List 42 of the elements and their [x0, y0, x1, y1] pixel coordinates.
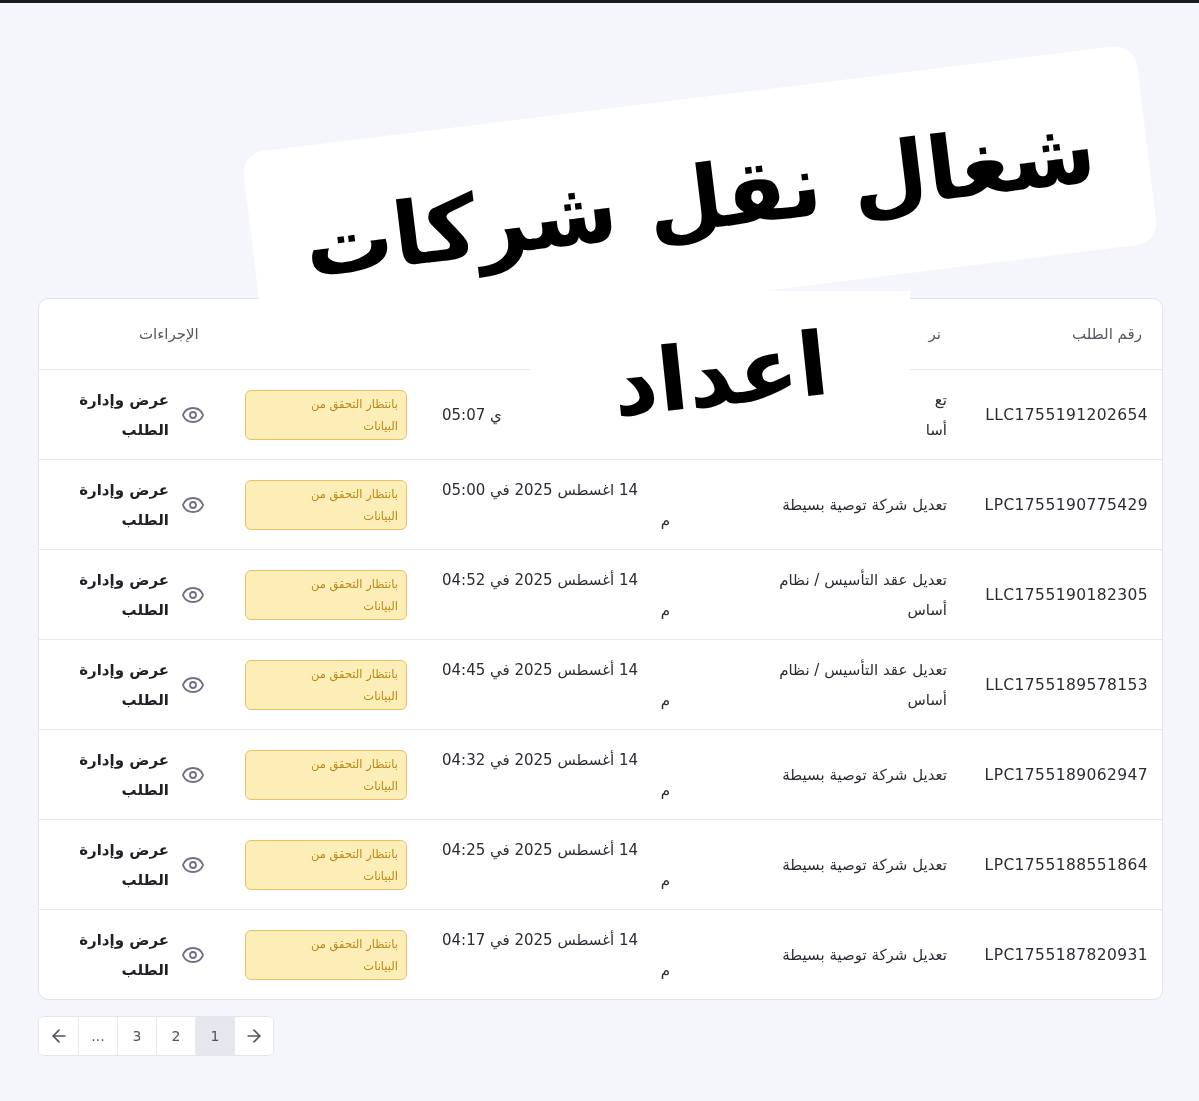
request-number: LPC1755190775429 [984, 495, 1149, 514]
request-type: تعديل شركة توصية بسيطة [782, 764, 947, 786]
manage-request-link[interactable]: عرض وإدارة الطلب [57, 564, 169, 625]
manage-request-link[interactable]: عرض وإدارة الطلب [57, 474, 169, 535]
column-header: نر [928, 325, 942, 343]
previous-page-button[interactable] [234, 1017, 273, 1055]
manage-request-link[interactable]: عرض وإدارة الطلب [57, 924, 169, 985]
request-number: LLC1755189578153 [985, 675, 1149, 694]
column-header: الإجراءات [139, 325, 199, 343]
status-badge: بانتظار التحقق من البيانات [245, 479, 407, 530]
request-number: LLC1755190182305 [985, 585, 1149, 604]
status-badge: بانتظار التحقق من البيانات [245, 659, 407, 710]
request-date: ي 05:07 [442, 404, 503, 427]
sticker-text: اعداد [607, 311, 833, 437]
status-badge: بانتظار التحقق من البيانات [245, 839, 407, 890]
request-type: تعديل شركة توصية بسيطة [782, 854, 947, 876]
request-date: 14 اغسطس 2025 في 05:00 م [442, 479, 671, 531]
request-number: LPC1755187820931 [984, 945, 1149, 964]
status-badge: بانتظار التحقق من البيانات [245, 389, 407, 440]
status-badge: بانتظار التحقق من البيانات [245, 569, 407, 620]
page-button[interactable]: 1 [195, 1017, 234, 1055]
manage-request-link[interactable]: عرض وإدارة الطلب [57, 654, 169, 715]
request-number: LPC1755189062947 [984, 765, 1149, 784]
manage-request-link[interactable]: عرض وإدارة الطلب [57, 744, 169, 805]
status-badge: بانتظار التحقق من البيانات [245, 749, 407, 800]
status-badge: بانتظار التحقق من البيانات [245, 929, 407, 980]
request-date: 14 أغسطس 2025 في 04:45 م [442, 659, 671, 711]
manage-request-link[interactable]: عرض وإدارة الطلب [57, 834, 169, 895]
request-type: تعديل عقد التأسيس / نظام أساس [779, 658, 947, 711]
request-type: تعديل عقد التأسيس / نظام أساس [779, 568, 947, 621]
request-number: LPC1755188551864 [984, 855, 1149, 874]
request-type: تعديل شركة توصية بسيطة [782, 494, 947, 516]
request-date: 14 أغسطس 2025 في 04:32 م [442, 749, 671, 801]
request-type: تعديل شركة توصية بسيطة [782, 944, 947, 966]
request-date: 14 أغسطس 2025 في 04:25 م [442, 839, 671, 891]
sticker-text: شغال نقل شركات [298, 98, 1102, 298]
column-header: رقم الطلب [1072, 325, 1143, 343]
request-number: LLC1755191202654 [985, 405, 1149, 424]
request-type: تع أسا [925, 389, 947, 441]
request-date: 14 أغسطس 2025 في 04:52 م [442, 569, 671, 621]
request-date: 14 أغسطس 2025 في 04:17 م [442, 929, 671, 981]
manage-request-link[interactable]: عرض وإدارة الطلب [57, 384, 169, 445]
